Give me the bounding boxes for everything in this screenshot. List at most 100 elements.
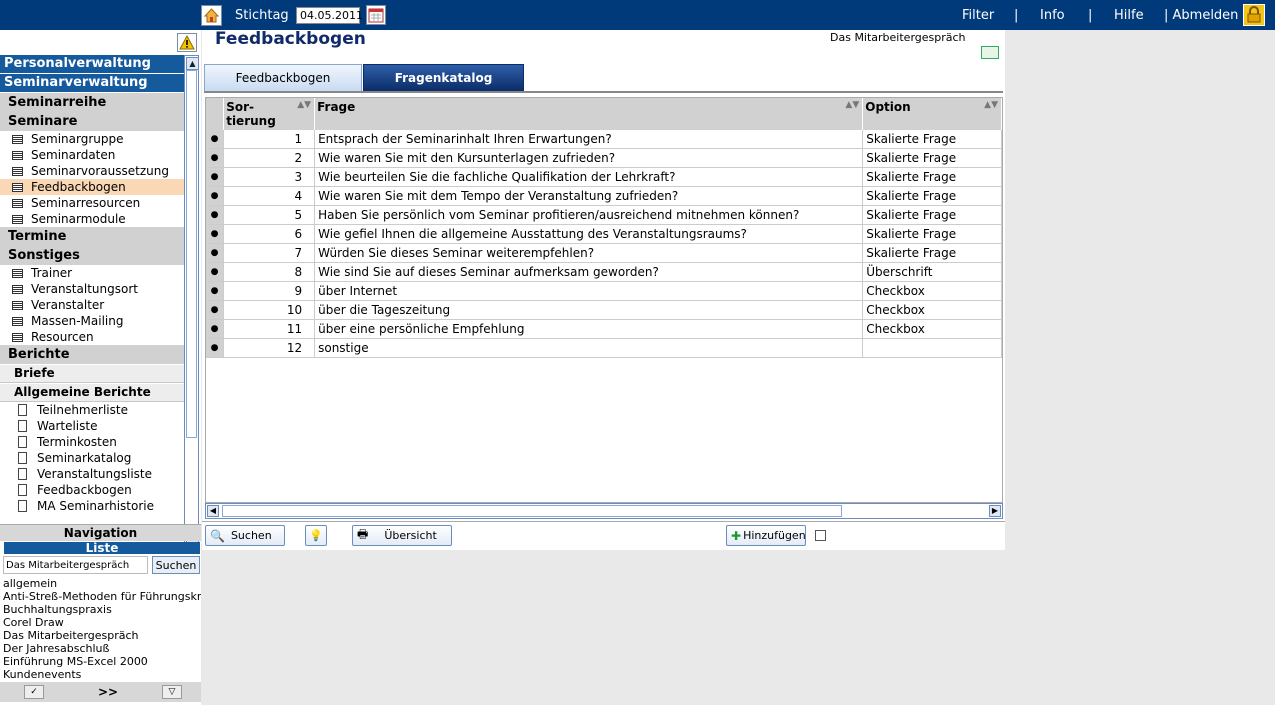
list-item[interactable]: Einführung MS-Excel 2000 [3,655,201,668]
cell-sortierung: 5 [223,205,316,225]
main-panel: Feedbackbogen Das Mitarbeitergespräch Fe… [202,29,1005,550]
list-item[interactable]: allgemein [3,577,201,590]
sidebar-item-trainer[interactable]: Trainer [0,265,184,281]
report-item-feedbackbogen[interactable]: Feedbackbogen [0,482,184,498]
row-marker: ● [206,262,225,282]
report-item-ma-seminarhistorie[interactable]: MA Seminarhistorie [0,498,184,514]
report-item-seminarkatalog[interactable]: Seminarkatalog [0,450,184,466]
list-item[interactable]: Corel Draw [3,616,201,629]
top-bar: Stichtag 04.05.2011 Filter | Info | Hilf… [0,0,1275,30]
add-checkbox[interactable] [815,530,826,541]
list-icon [12,284,23,294]
add-button[interactable]: ✚ Hinzufügen [726,525,806,546]
list-item[interactable]: Kundenevents [3,668,201,681]
section-personalverwaltung[interactable]: Personalverwaltung [0,55,184,74]
stichtag-date-field[interactable]: 04.05.2011 [296,7,363,24]
navigation-toggle[interactable]: Navigation [0,524,201,541]
cell-sortierung: 1 [223,130,316,149]
warning-icon[interactable] [177,33,197,52]
report-item-warteliste[interactable]: Warteliste [0,418,184,434]
document-icon [18,452,27,464]
next-page-button[interactable]: >> [98,685,118,699]
checkmark-icon[interactable]: ✓ [24,685,44,699]
cell-sortierung: 12 [223,338,316,358]
table-row[interactable]: ● 7 Würden Sie dieses Seminar weiterempfeh… [206,243,1002,263]
report-item-veranstaltungsliste[interactable]: Veranstaltungsliste [0,466,184,482]
list-item[interactable]: Anti-Streß-Methoden für Führungskräfte [3,590,201,603]
table-row[interactable]: ● 9 über Internet Checkbox [206,281,1002,301]
home-icon[interactable] [201,5,222,26]
subsection-briefe[interactable]: Briefe [0,364,184,383]
cell-frage: Wie sind Sie auf dieses Seminar aufmerks… [314,262,864,282]
table-row[interactable]: ● 5 Haben Sie persönlich vom Seminar profi… [206,205,1002,225]
filter-link[interactable]: Filter [962,8,994,23]
list-item[interactable]: Der Jahresabschluß [3,642,201,655]
list-item[interactable]: Das Mitarbeitergespräch [3,629,201,642]
scroll-up-icon[interactable]: ▲ [186,57,199,70]
cell-frage: über Internet [314,281,864,301]
sidebar-item-seminargruppe[interactable]: Seminargruppe [0,131,184,147]
scroll-right-icon[interactable]: ▶ [989,505,1001,517]
tab-feedbackbogen[interactable]: Feedbackbogen [204,64,362,92]
scrollbar-thumb[interactable] [222,505,842,517]
hint-button[interactable]: 💡 [305,525,327,546]
section-seminarverwaltung[interactable]: Seminarverwaltung [0,74,184,93]
sidebar-item-veranstalter[interactable]: Veranstalter [0,297,184,313]
sidebar-item-veranstaltungsort[interactable]: Veranstaltungsort [0,281,184,297]
document-icon [18,404,27,416]
sidebar-scrollbar[interactable]: ▲ ▼ [184,55,199,546]
sidebar-item-resourcen[interactable]: Resourcen [0,329,184,345]
cell-sortierung: 6 [223,224,316,244]
section-seminarreihe[interactable]: Seminarreihe [0,93,184,112]
table-row[interactable]: ● 4 Wie waren Sie mit dem Tempo der Verans… [206,186,1002,206]
refresh-icon[interactable] [981,46,999,59]
list-item[interactable]: Buchhaltungspraxis [3,603,201,616]
scrollbar-thumb[interactable] [186,70,197,438]
section-termine[interactable]: Termine [0,227,184,246]
column-header-frage[interactable]: Frage ▲▼ [314,98,864,130]
document-icon [18,420,27,432]
sidebar-item-seminarvoraussetzung[interactable]: Seminarvoraussetzung [0,163,184,179]
table-row[interactable]: ● 1 Entsprach der Seminarinhalt Ihren Erwa… [206,130,1002,149]
scroll-left-icon[interactable]: ◀ [207,505,219,517]
table-row[interactable]: ● 12 sonstige [206,338,1002,358]
questions-grid: Sor- tierung ▲▼ Frage ▲▼ Option ▲▼ ● 1 Entspr… [205,97,1003,503]
table-row[interactable]: ● 8 Wie sind Sie auf dieses Seminar aufmer… [206,262,1002,282]
subsection-allgemeine-berichte[interactable]: Allgemeine Berichte [0,383,184,402]
document-icon [18,436,27,448]
lock-icon[interactable] [1243,4,1265,26]
section-seminare[interactable]: Seminare [0,112,184,131]
sidebar-item-massen-mailing[interactable]: Massen-Mailing [0,313,184,329]
table-row[interactable]: ● 3 Wie beurteilen Sie die fachliche Quali… [206,167,1002,187]
sidebar-item-seminarresourcen[interactable]: Seminarresourcen [0,195,184,211]
calendar-icon[interactable] [366,5,386,25]
tab-fragenkatalog[interactable]: Fragenkatalog [363,64,524,92]
info-link[interactable]: Info [1040,8,1065,23]
sort-icon[interactable]: ▲▼ [297,100,311,110]
sidebar-item-seminarmodule[interactable]: Seminarmodule [0,211,184,227]
filter-icon[interactable]: ▽ [162,685,182,699]
hilfe-link[interactable]: Hilfe [1114,8,1144,23]
column-header-option[interactable]: Option ▲▼ [862,98,1002,130]
list-search-button[interactable]: Suchen [152,556,200,574]
abmelden-link[interactable]: | Abmelden [1164,8,1238,23]
table-row[interactable]: ● 11 über eine persönliche Empfehlung Check… [206,319,1002,339]
sidebar-item-feedbackbogen[interactable]: Feedbackbogen [0,179,184,195]
list-icon [12,182,23,192]
sort-icon[interactable]: ▲▼ [984,100,998,110]
search-button[interactable]: 🔍 Suchen [205,525,285,546]
grid-horizontal-scrollbar[interactable]: ◀ ▶ [205,503,1003,519]
column-header-sortierung[interactable]: Sor- tierung ▲▼ [223,98,316,130]
list-search-input[interactable] [3,556,148,574]
section-sonstiges[interactable]: Sonstiges [0,246,184,265]
section-berichte[interactable]: Berichte [0,345,184,364]
sort-icon[interactable]: ▲▼ [845,100,859,110]
sidebar-item-seminardaten[interactable]: Seminardaten [0,147,184,163]
table-row[interactable]: ● 10 über die Tageszeitung Checkbox [206,300,1002,320]
overview-button[interactable]: 🖶 Übersicht [352,525,452,546]
table-row[interactable]: ● 6 Wie gefiel Ihnen die allgemeine Aussta… [206,224,1002,244]
report-item-teilnehmerliste[interactable]: Teilnehmerliste [0,402,184,418]
report-item-terminkosten[interactable]: Terminkosten [0,434,184,450]
table-row[interactable]: ● 2 Wie waren Sie mit den Kursunterlagen z… [206,148,1002,168]
cell-frage: Würden Sie dieses Seminar weiterempfehle… [314,243,864,263]
